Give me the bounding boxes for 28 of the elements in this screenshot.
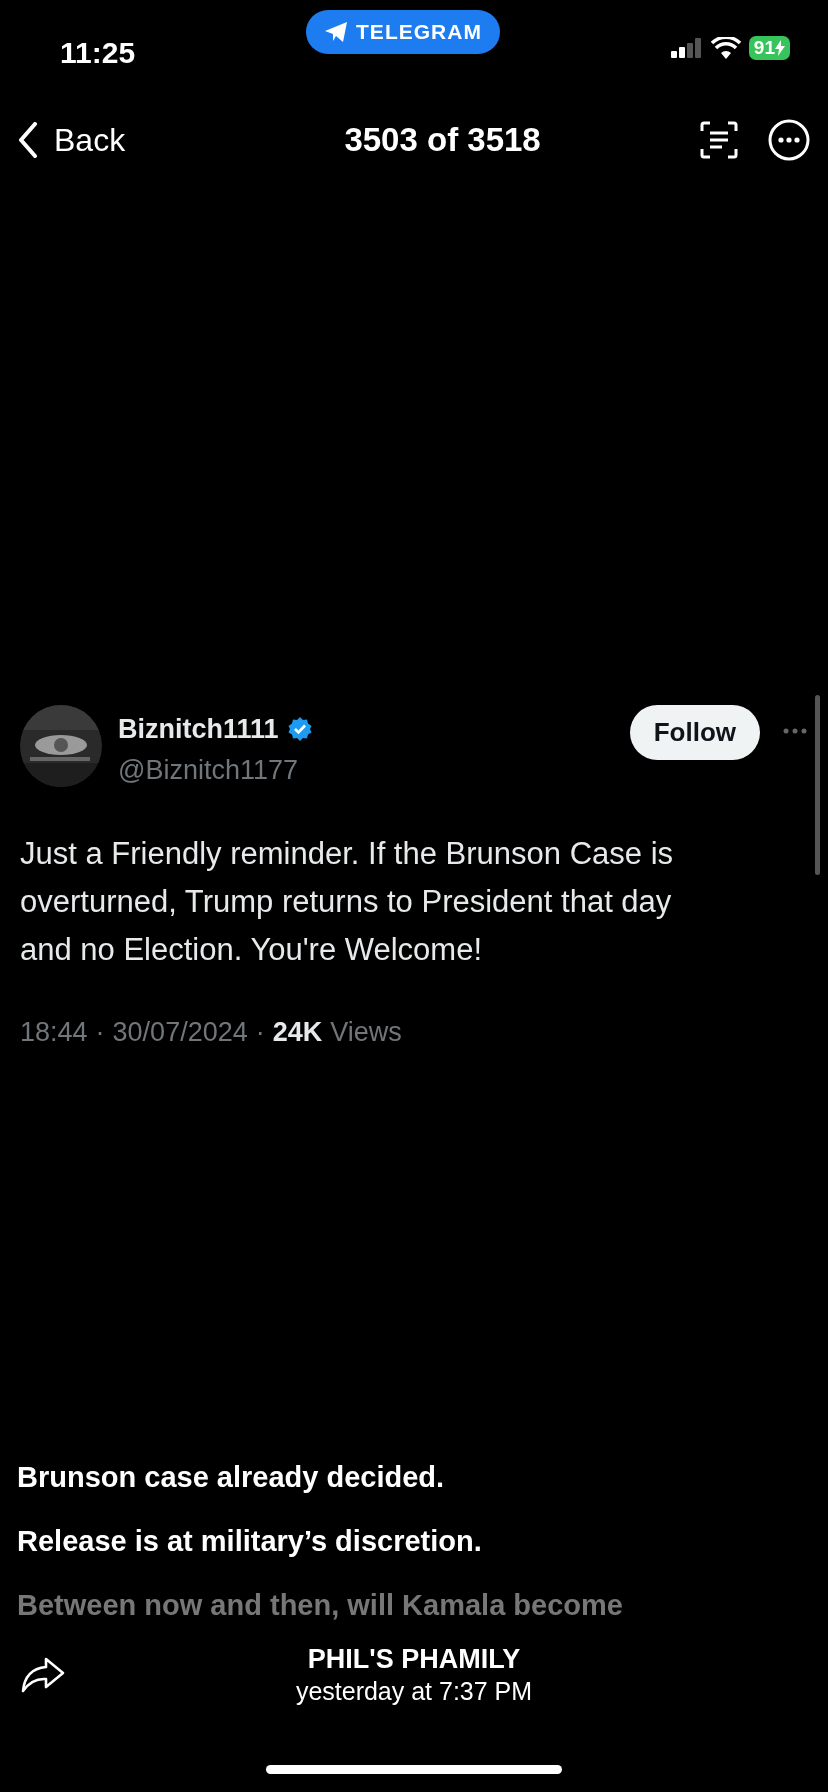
wifi-icon [710, 37, 741, 59]
status-time: 11:25 [60, 35, 136, 71]
page-counter: 3503 of 3518 [344, 120, 541, 161]
caption-text: Release is at military’s discretion. [17, 1524, 483, 1558]
view-count: 24K [272, 1016, 323, 1049]
battery-indicator: 91 [748, 36, 790, 60]
paper-plane-icon [324, 20, 349, 43]
sender-name: PHIL'S PHAMILY [306, 1643, 522, 1675]
meta-text: Views [330, 1016, 402, 1049]
more-options-icon[interactable] [768, 119, 810, 161]
message-date: yesterday at 7:37 PM [294, 1676, 534, 1707]
separator-dot: · [95, 1016, 105, 1049]
bolt-icon [775, 40, 785, 56]
account-name: Biznitch1111 [118, 713, 279, 746]
caption-text: Brunson case already decided. [17, 1460, 446, 1494]
separator-dot: · [255, 1016, 265, 1049]
back-button[interactable]: Back [18, 116, 126, 164]
share-arrow-icon[interactable] [20, 1655, 66, 1695]
meta-text: 30/07/2024 [112, 1016, 248, 1049]
chevron-left-icon [18, 122, 38, 158]
meta-text: 18:44 [20, 1016, 88, 1049]
caption-text: Between now and then, will Kamala become [17, 1588, 624, 1622]
follow-button[interactable]: Follow [629, 705, 760, 760]
signal-icon [670, 38, 703, 58]
app-return-pill[interactable]: TELEGRAM [306, 10, 500, 54]
tweet-text: Just a Friendly reminder. If the Brunson Case is overturned, Trump returns to President that day and no Election. You're Welcome! [20, 835, 674, 969]
text-scan-icon[interactable] [700, 121, 738, 159]
account-handle: @Biznitch1177 [118, 753, 299, 787]
